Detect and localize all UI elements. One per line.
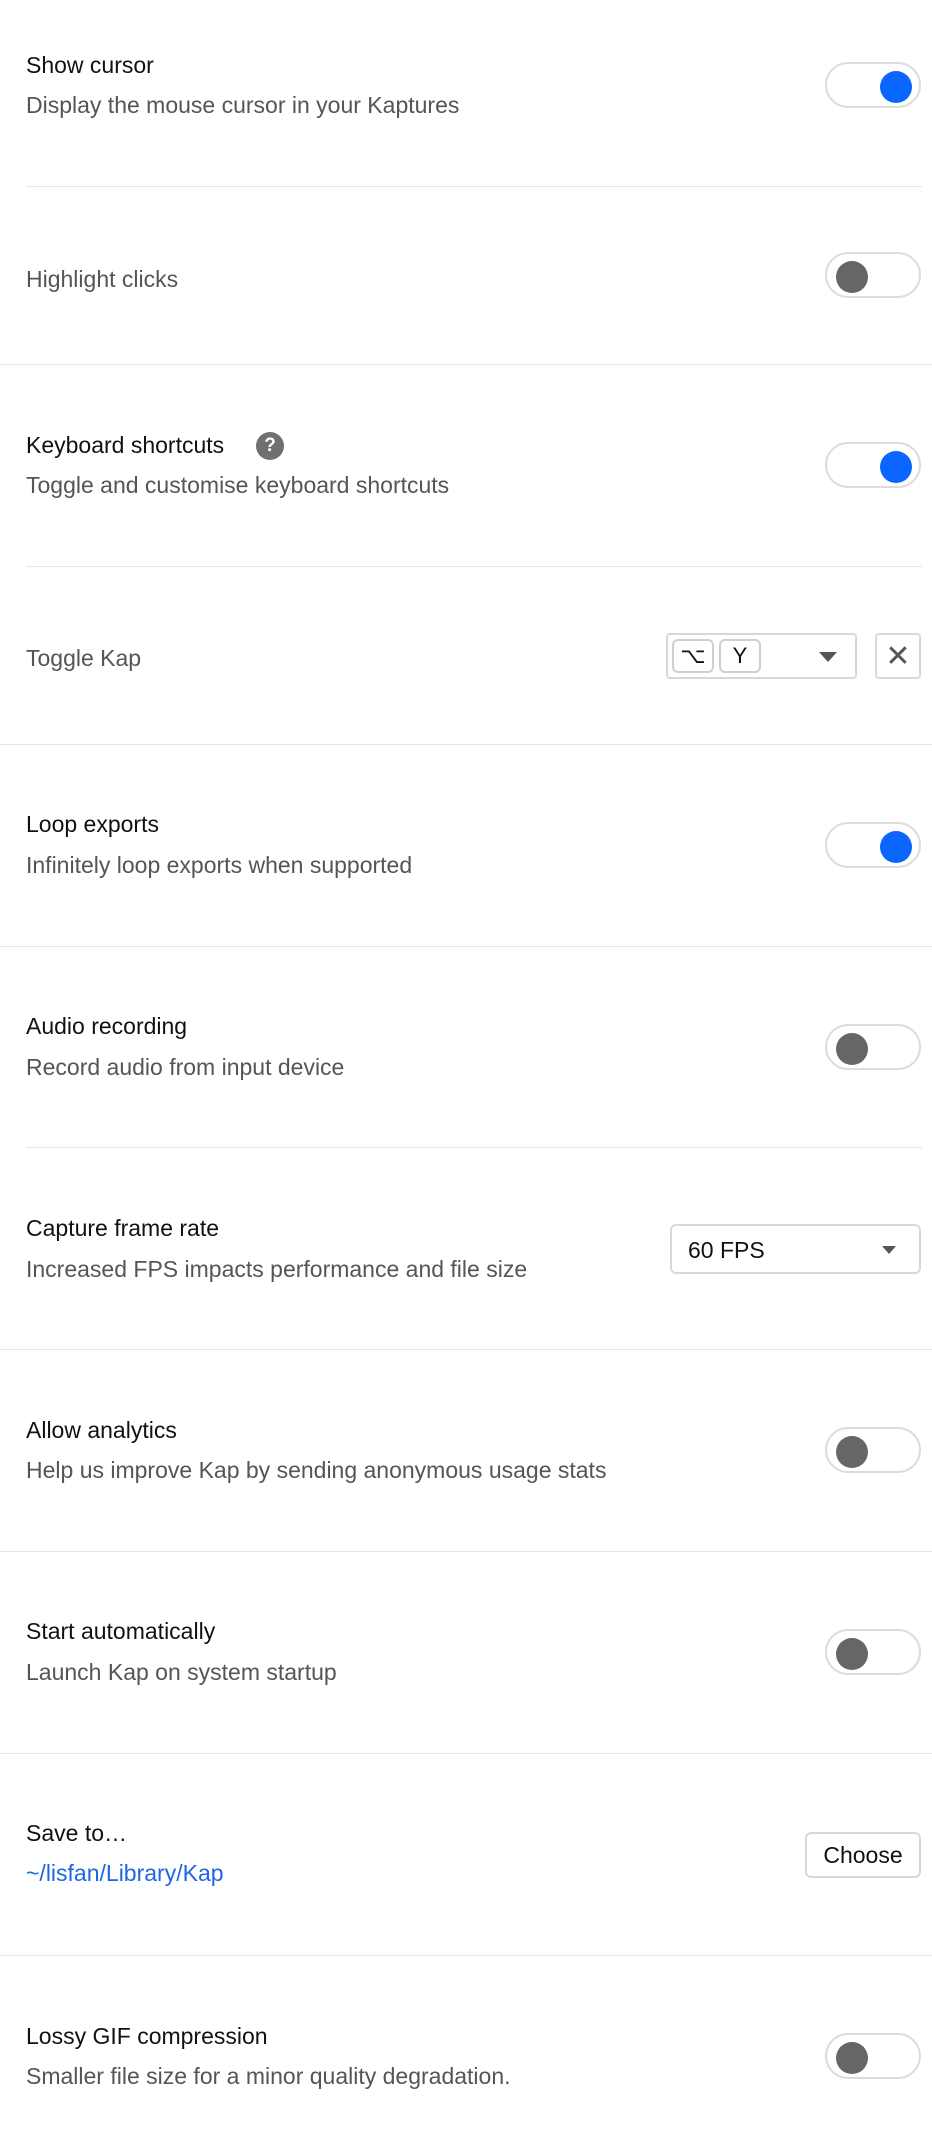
lossy-gif-toggle[interactable] [825,2033,921,2079]
allow-analytics-subtitle: Help us improve Kap by sending anonymous… [26,1457,607,1483]
choose-button[interactable]: Choose [805,1832,921,1878]
help-icon[interactable]: ? [256,432,284,460]
toggle-knob [836,1436,868,1468]
capture-frame-rate-subtitle: Increased FPS impacts performance and fi… [26,1256,528,1282]
keyboard-shortcuts-subtitle: Toggle and customise keyboard shortcuts [26,472,450,498]
highlight-clicks-title: Highlight clicks [26,266,179,292]
frame-rate-select[interactable]: 60 FPS [670,1224,921,1274]
lossy-gif-title: Lossy GIF compression [26,2023,268,2049]
chevron-down-icon [882,1246,896,1254]
close-icon: ✕ [885,639,911,673]
chevron-down-icon[interactable] [819,652,837,662]
audio-recording-toggle[interactable] [825,1024,921,1070]
allow-analytics-title: Allow analytics [26,1417,177,1443]
divider [0,1349,932,1350]
frame-rate-value: 60 FPS [688,1237,765,1263]
highlight-clicks-toggle[interactable] [825,252,921,298]
toggle-knob [836,2042,868,2074]
loop-exports-subtitle: Infinitely loop exports when supported [26,852,413,878]
shortcut-recorder[interactable]: ⌥ Y [666,633,857,679]
divider [0,1551,932,1552]
divider [26,1147,922,1148]
capture-frame-rate-title: Capture frame rate [26,1215,220,1241]
loop-exports-title: Loop exports [26,811,159,837]
divider [0,1955,932,1956]
save-path-link[interactable]: ~/lisfan/Library/Kap [26,1860,224,1887]
divider [0,1753,932,1754]
divider [26,186,922,187]
show-cursor-title: Show cursor [26,52,154,78]
audio-recording-title: Audio recording [26,1013,188,1039]
toggle-knob [880,451,912,483]
audio-recording-subtitle: Record audio from input device [26,1054,345,1080]
loop-exports-toggle[interactable] [825,822,921,868]
divider [0,946,932,947]
show-cursor-subtitle: Display the mouse cursor in your Kapture… [26,92,460,118]
toggle-knob [836,1033,868,1065]
divider [0,364,932,365]
keyboard-shortcuts-title: Keyboard shortcuts [26,432,225,458]
toggle-knob [836,261,868,293]
divider [0,744,932,745]
shortcut-key: Y [719,639,761,673]
option-key-icon: ⌥ [672,639,714,673]
start-automatically-subtitle: Launch Kap on system startup [26,1659,337,1685]
lossy-gif-subtitle: Smaller file size for a minor quality de… [26,2063,511,2089]
start-automatically-title: Start automatically [26,1618,216,1644]
divider [26,566,922,567]
keyboard-shortcuts-toggle[interactable] [825,442,921,488]
show-cursor-toggle[interactable] [825,62,921,108]
allow-analytics-toggle[interactable] [825,1427,921,1473]
toggle-knob [836,1638,868,1670]
toggle-kap-title: Toggle Kap [26,645,142,671]
start-automatically-toggle[interactable] [825,1629,921,1675]
toggle-knob [880,831,912,863]
toggle-knob [880,71,912,103]
save-to-title: Save to… [26,1820,127,1846]
clear-shortcut-button[interactable]: ✕ [875,633,921,679]
